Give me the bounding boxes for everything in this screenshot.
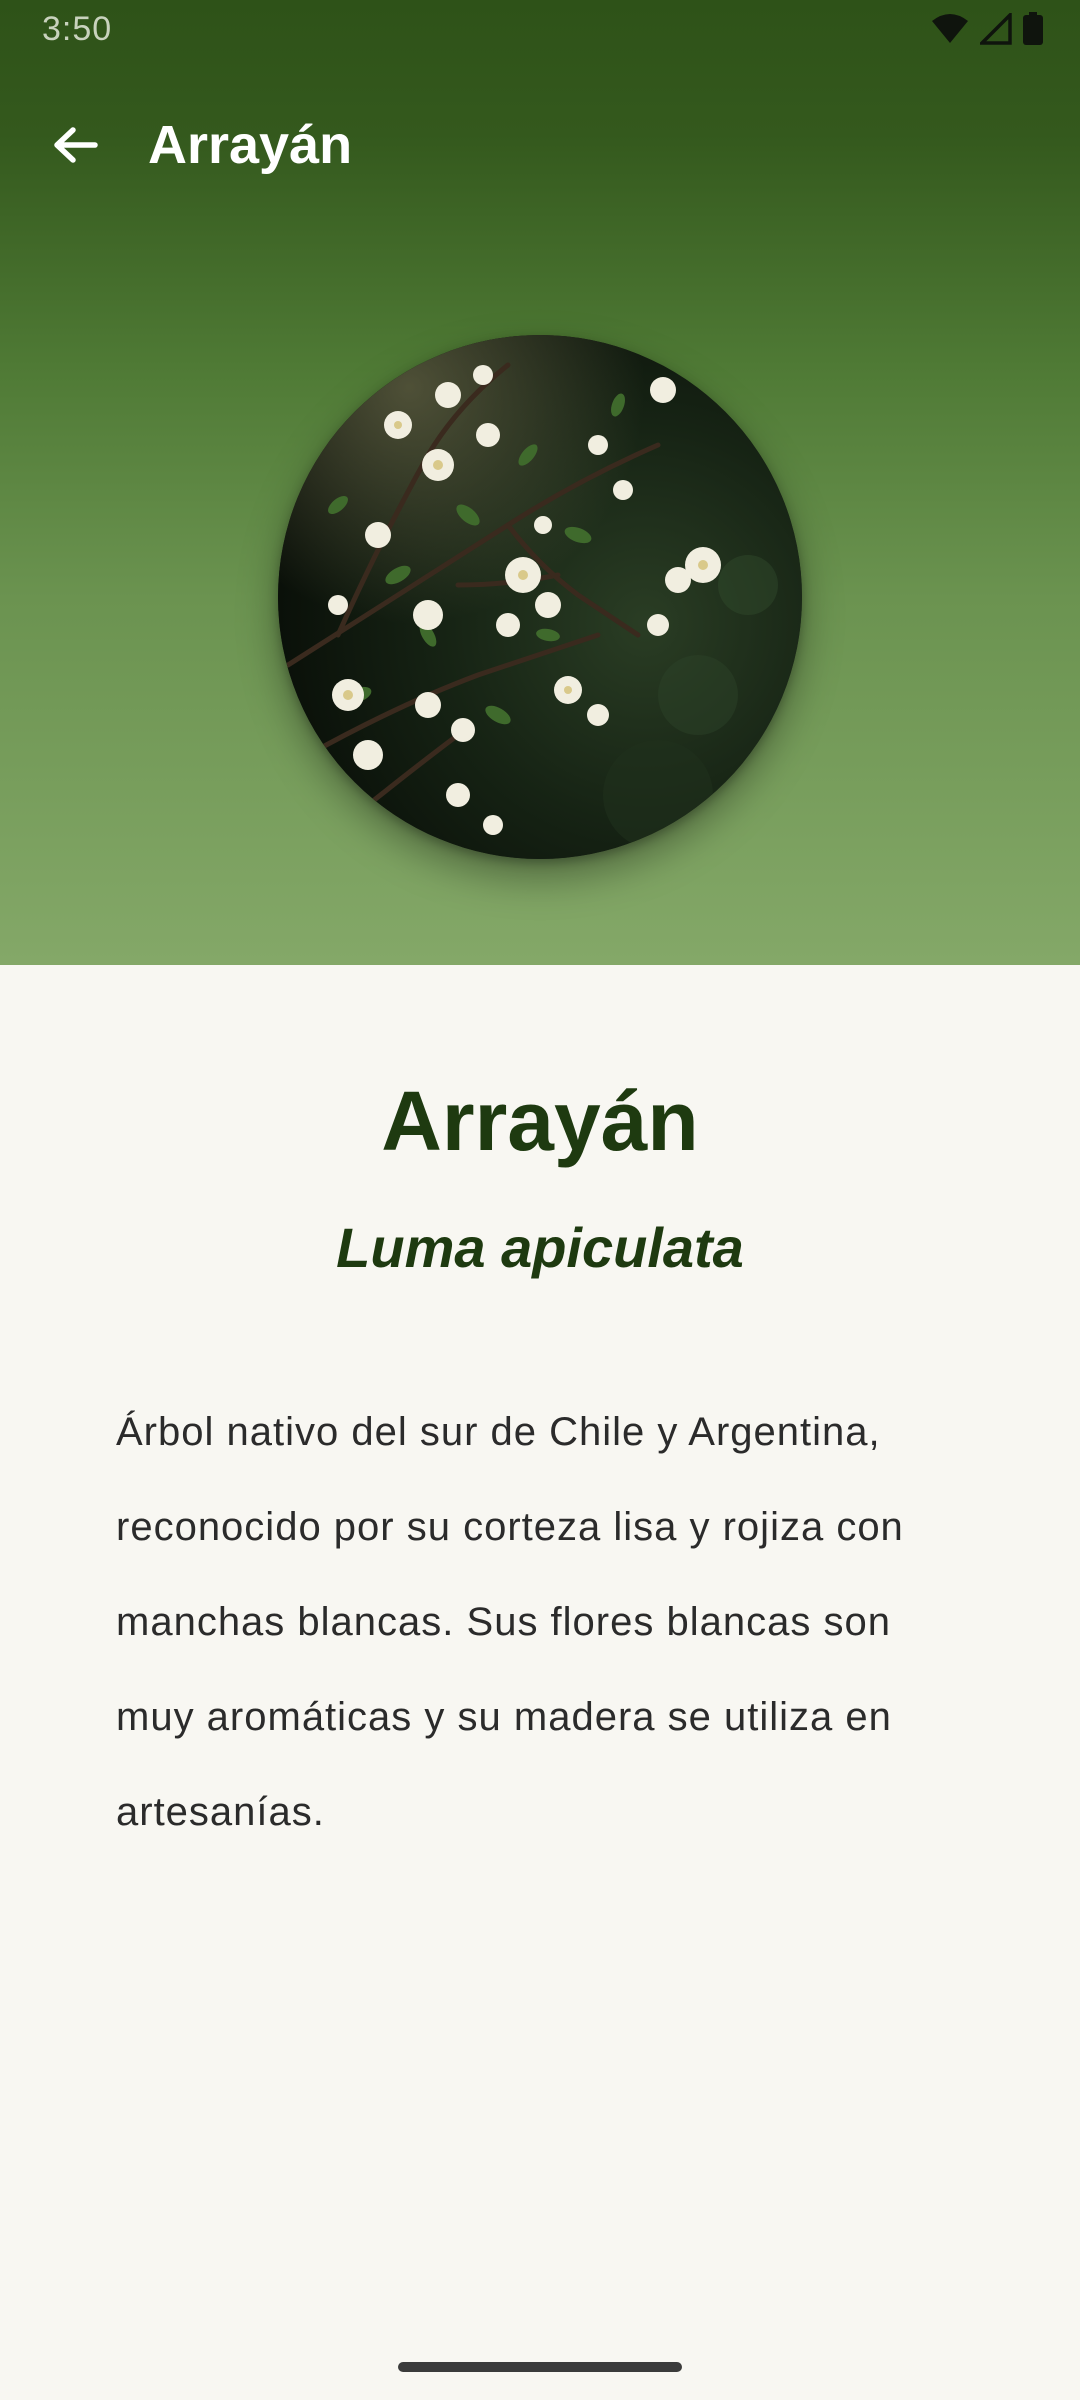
cell-signal-icon <box>980 13 1012 45</box>
plant-photo-image <box>278 335 802 859</box>
plant-detail-screen: 3:50 Arrayán Arrayán Luma apiculata Árbo… <box>0 0 1080 2400</box>
app-bar-title: Arrayán <box>148 115 353 175</box>
status-icons <box>930 12 1044 46</box>
battery-icon <box>1022 12 1044 46</box>
arrow-back-icon <box>51 125 99 170</box>
top-app-bar: Arrayán <box>0 90 1080 205</box>
status-bar: 3:50 <box>0 0 1080 62</box>
status-time: 3:50 <box>42 10 113 48</box>
home-indicator[interactable] <box>398 2362 682 2372</box>
plant-info: Arrayán Luma apiculata Árbol nativo del … <box>0 965 1080 2400</box>
plant-name: Arrayán <box>381 1074 699 1168</box>
plant-photo <box>278 335 802 859</box>
back-button[interactable] <box>40 112 110 182</box>
plant-scientific-name: Luma apiculata <box>336 1216 744 1279</box>
plant-description: Árbol nativo del sur de Chile y Argentin… <box>116 1410 904 1834</box>
wifi-icon <box>930 13 970 45</box>
